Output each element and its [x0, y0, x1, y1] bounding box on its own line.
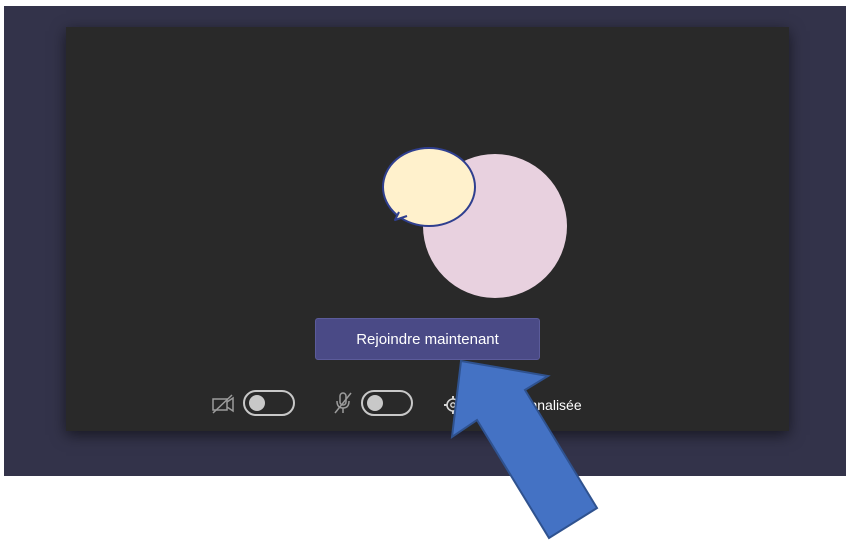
camera-toggle-knob: [249, 395, 265, 411]
camera-off-icon: [212, 394, 234, 414]
custom-settings-link[interactable]: tion personnalisée: [468, 396, 582, 414]
microphone-toggle-knob: [367, 395, 383, 411]
join-now-button[interactable]: Rejoindre maintenant: [315, 318, 540, 360]
avatar-speech-bubble-icon: [382, 147, 476, 227]
microphone-off-icon: [334, 392, 352, 414]
gear-icon[interactable]: [442, 394, 464, 416]
camera-toggle[interactable]: [243, 390, 295, 416]
microphone-toggle[interactable]: [361, 390, 413, 416]
